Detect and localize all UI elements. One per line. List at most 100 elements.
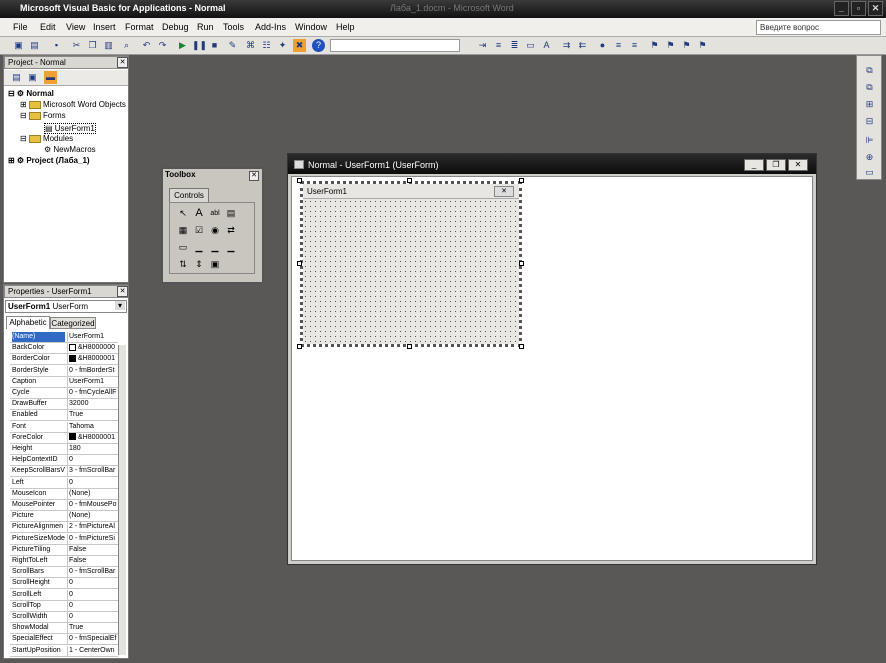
property-value[interactable]: True [67,410,118,421]
property-value[interactable]: (None) [67,511,118,522]
property-value[interactable]: 180 [67,444,118,454]
property-row[interactable]: Left 0 [10,477,118,489]
property-value[interactable]: 0 - fmMousePo [67,500,118,510]
paste-icon[interactable]: ▥ [102,39,115,52]
tree-node-project-laba[interactable]: ⊞ ⚙ Project (Лаба_1) [8,156,90,165]
property-row[interactable]: HelpContextID 0 [10,455,118,467]
group-icon[interactable]: ⊞ [863,98,876,111]
userform[interactable]: UserForm1 ✕ [300,181,522,347]
property-row[interactable]: MouseIcon (None) [10,488,118,500]
property-row[interactable]: StartUpPosition 1 - CenterOwn [10,645,118,657]
property-row[interactable]: SpecialEffect 0 - fmSpecialEf [10,634,118,646]
project-explorer-icon[interactable]: ⌘ [244,39,257,52]
run-icon[interactable]: ▶ [176,39,189,52]
maximize-button[interactable]: ▫ [851,1,866,16]
property-value[interactable]: 0 - fmCycleAllF [67,388,118,398]
select-objects-tool[interactable]: ↖ [176,207,190,220]
property-row[interactable]: (Name) UserForm1 [10,332,118,343]
property-row[interactable]: BorderStyle 0 - fmBorderSt [10,365,118,377]
clear-bookmarks-icon[interactable]: ⚑ [696,39,709,52]
help-icon[interactable]: ? [312,39,325,52]
tree-node-word-objects[interactable]: ⊞ Microsoft Word Objects [20,100,126,109]
edit-toolbar-icon-4[interactable]: ▭ [524,39,537,52]
property-row[interactable]: Enabled True [10,410,118,422]
menu-format[interactable]: Format [125,22,154,32]
find-icon[interactable]: ⌕ [120,39,133,52]
multipage-tool[interactable]: ▁ [224,241,238,254]
property-row[interactable]: PictureTiling False [10,544,118,556]
property-row[interactable]: PictureAlignmen 2 - fmPictureAl [10,522,118,534]
resize-handle[interactable] [297,344,302,349]
toolbox-icon[interactable]: ✖ [293,39,306,52]
property-value[interactable]: &H8000000 [67,343,118,354]
menu-insert[interactable]: Insert [93,22,116,32]
save-icon[interactable]: ▪ [50,39,63,52]
label-tool[interactable]: A [192,207,206,220]
property-value[interactable]: 32000 [67,399,118,410]
property-value[interactable]: (None) [67,488,118,499]
resize-handle[interactable] [407,344,412,349]
outdent-icon[interactable]: ⇇ [576,39,589,52]
property-value[interactable]: 1 - CenterOwn [67,645,118,656]
property-value[interactable]: 2 - fmPictureAl [67,522,118,533]
reset-icon[interactable]: ■ [208,39,221,52]
tree-node-userform1[interactable]: ▤ UserForm1 [44,123,96,134]
properties-scrollbar[interactable] [118,345,126,655]
resize-handle[interactable] [297,178,302,183]
property-value[interactable]: 0 [67,455,118,466]
property-row[interactable]: ShowModal True [10,623,118,635]
property-value[interactable]: False [67,556,118,566]
property-value[interactable]: 0 [67,612,118,622]
togglebutton-tool[interactable]: ⇄ [224,224,238,237]
close-icon[interactable]: ✕ [249,171,259,181]
close-button[interactable]: ✕ [868,1,883,16]
menu-tools[interactable]: Tools [223,22,244,32]
ungroup-icon[interactable]: ⊟ [863,115,876,128]
make-same-size-icon[interactable]: ▭ [863,166,876,179]
breakpoint-icon[interactable]: ● [596,39,609,52]
tab-categorized[interactable]: Categorized [50,317,96,329]
resize-handle[interactable] [407,178,412,183]
cut-icon[interactable]: ✂ [70,39,83,52]
property-value[interactable]: 0 [67,578,118,589]
menu-help[interactable]: Help [336,22,355,32]
tree-node-forms[interactable]: ⊟ Forms [20,111,66,120]
combobox-tool[interactable]: ▤ [224,207,238,220]
resize-handle[interactable] [519,178,524,183]
tree-node-normal[interactable]: ⊟ ⚙ Normal [8,89,54,98]
scrollbar-tool[interactable]: ⇅ [176,258,190,271]
comment-block-icon[interactable]: ≡ [612,39,625,52]
view-code-icon[interactable]: ▤ [10,71,23,84]
property-value[interactable]: 0 - fmScrollBar [67,567,118,578]
property-row[interactable]: DrawBuffer 32000 [10,399,118,411]
property-value[interactable]: 0 [67,477,118,488]
bring-to-front-icon[interactable]: ⧉ [863,64,876,77]
property-row[interactable]: PictureSizeMode 0 - fmPictureSi [10,533,118,545]
copy-icon[interactable]: ❐ [86,39,99,52]
property-row[interactable]: ScrollBars 0 - fmScrollBar [10,567,118,579]
help-search-input[interactable]: Введите вопрос [756,20,881,35]
properties-window-icon[interactable]: ☷ [260,39,273,52]
property-value[interactable]: 0 - fmSpecialEf [67,634,118,645]
view-object-icon[interactable]: ▣ [26,71,39,84]
listbox-tool[interactable]: ▦ [176,224,190,237]
menu-edit[interactable]: Edit [40,22,56,32]
property-row[interactable]: ScrollHeight 0 [10,578,118,590]
next-bookmark-icon[interactable]: ⚑ [664,39,677,52]
menu-file[interactable]: File [13,22,28,32]
property-value[interactable]: UserForm1 [67,376,118,387]
property-value[interactable]: 0 - fmPictureSi [67,533,118,544]
commandbutton-tool[interactable]: ▁ [192,241,206,254]
spinbutton-tool[interactable]: ⇕ [192,258,206,271]
edit-toolbar-icon-2[interactable]: ≡ [492,39,505,52]
redo-icon[interactable]: ↷ [156,39,169,52]
resize-handle[interactable] [519,344,524,349]
property-row[interactable]: Picture (None) [10,511,118,523]
menu-run[interactable]: Run [197,22,214,32]
property-row[interactable]: Cycle 0 - fmCycleAllF [10,388,118,399]
object-browser-icon[interactable]: ✦ [276,39,289,52]
view-word-icon[interactable]: ▣ [12,39,25,52]
insert-userform-icon[interactable]: ▤ [28,39,41,52]
userform-grid[interactable] [303,199,519,344]
frame-tool[interactable]: ▭ [176,241,190,254]
